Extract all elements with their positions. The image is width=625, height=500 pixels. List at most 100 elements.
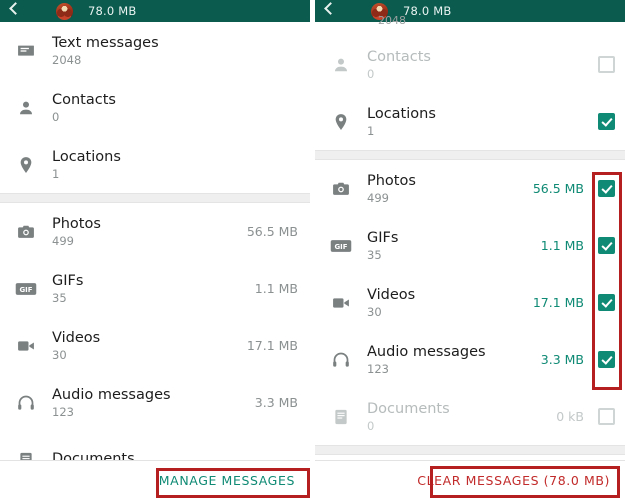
list-item-count: 35 [52, 290, 67, 305]
person-icon [0, 98, 52, 118]
list-item-size: 3.3 MB [254, 395, 298, 410]
list-item-contacts[interactable]: Contacts 0 [0, 79, 310, 136]
list-item-title: Videos [52, 329, 101, 346]
checkbox-gifs[interactable] [598, 237, 615, 254]
list-item-gifs[interactable]: GIF GIFs 35 1.1 MB [315, 217, 625, 274]
document-icon [315, 407, 367, 427]
list-item-photos[interactable]: Photos 499 56.5 MB [315, 160, 625, 217]
list-item-title: GIFs [52, 272, 84, 289]
list-item-count: 499 [52, 233, 74, 248]
list-item-count: 499 [367, 190, 389, 205]
list-item-count: 1 [367, 123, 375, 138]
list-item-audio-messages[interactable]: Audio messages 123 3.3 MB [315, 331, 625, 388]
list-item-count: 2048 [52, 52, 82, 67]
back-chevron-icon[interactable] [323, 3, 337, 19]
list-item-body: Contacts 0 [367, 48, 576, 82]
bottom-action-bar-right: CLEAR MESSAGES (78.0 MB) [315, 460, 625, 500]
list-item-size: 3.3 MB [540, 352, 584, 367]
section-divider [315, 150, 625, 160]
left-panel-storage-usage: 78.0 MB Text messages 2048 Contacts 0 Lo… [0, 0, 310, 500]
dual-screenshot-comparison: 78.0 MB Text messages 2048 Contacts 0 Lo… [0, 0, 625, 500]
list-item-body: Documents 0 [367, 400, 548, 434]
checkbox-audio-messages[interactable] [598, 351, 615, 368]
list-item-count: 0 [367, 66, 375, 81]
list-item-videos[interactable]: Videos 30 17.1 MB [315, 274, 625, 331]
list-item-size: 17.1 MB [532, 295, 584, 310]
checkbox-locations[interactable] [598, 113, 615, 130]
list-item-body: Photos 499 [367, 172, 525, 206]
list-item-contacts[interactable]: Contacts 0 [315, 36, 625, 93]
headphones-icon [0, 393, 52, 413]
list-item-count: 0 [52, 109, 60, 124]
list-item-count: 123 [52, 404, 74, 419]
list-item-size: 1.1 MB [540, 238, 584, 253]
list-item-size: 56.5 MB [532, 181, 584, 196]
app-bar-left: 78.0 MB [0, 0, 310, 22]
list-item-title: Contacts [52, 91, 116, 108]
list-item-body: GIFs 35 [52, 272, 247, 306]
camera-icon [315, 179, 367, 199]
list-item-audio-messages[interactable]: Audio messages 123 3.3 MB [0, 374, 310, 431]
list-item-title: Documents [367, 400, 450, 417]
list-item-body: Locations 1 [367, 105, 576, 139]
camera-icon [0, 222, 52, 242]
list-item-locations[interactable]: Locations 1 [0, 136, 310, 193]
list-item-count: 0 [367, 418, 375, 433]
list-item-size: 0 kB [556, 409, 584, 424]
list-item-body: GIFs 35 [367, 229, 533, 263]
app-bar-right: 78.0 MB [315, 0, 625, 22]
list-item-title: Photos [367, 172, 416, 189]
svg-text:GIF: GIF [334, 243, 347, 251]
list-item-photos[interactable]: Photos 499 56.5 MB [0, 203, 310, 260]
list-item-body: Text messages 2048 [52, 34, 290, 68]
location-pin-icon [315, 112, 367, 132]
list-item-count: 30 [367, 304, 382, 319]
list-item-size: 56.5 MB [246, 224, 298, 239]
list-item-title: Locations [52, 148, 121, 165]
video-icon [0, 336, 52, 356]
person-icon [315, 55, 367, 75]
right-list: Contacts 0 Locations 1 Photos 499 56.5 M… [315, 22, 625, 455]
list-item-text-messages[interactable]: Text messages 2048 [0, 22, 310, 79]
section-divider-bottom [315, 445, 625, 455]
section-divider [0, 193, 310, 203]
video-icon [315, 293, 367, 313]
list-item-count: 1 [52, 166, 60, 181]
manage-messages-button[interactable]: MANAGE MESSAGES [150, 468, 304, 493]
list-item-videos[interactable]: Videos 30 17.1 MB [0, 317, 310, 374]
list-item-body: Locations 1 [52, 148, 290, 182]
clear-messages-button[interactable]: CLEAR MESSAGES (78.0 MB) [408, 468, 619, 493]
checkbox-videos[interactable] [598, 294, 615, 311]
list-item-count: 123 [367, 361, 389, 376]
left-list: Text messages 2048 Contacts 0 Locations … [0, 22, 310, 488]
gif-icon: GIF [0, 281, 52, 297]
list-item-title: Photos [52, 215, 101, 232]
checkbox-contacts[interactable] [598, 56, 615, 73]
svg-text:GIF: GIF [19, 286, 32, 294]
total-size-label: 78.0 MB [88, 4, 137, 18]
list-item-body: Photos 499 [52, 215, 239, 249]
checkbox-photos[interactable] [598, 180, 615, 197]
list-item-body: Videos 30 [52, 329, 239, 363]
list-item-title: Locations [367, 105, 436, 122]
list-item-title: Audio messages [367, 343, 486, 360]
list-item-title: Videos [367, 286, 416, 303]
list-item-title: Contacts [367, 48, 431, 65]
list-item-gifs[interactable]: GIF GIFs 35 1.1 MB [0, 260, 310, 317]
list-item-count: 35 [367, 247, 382, 262]
right-panel-select-to-clear: 78.0 MB 2048 Contacts 0 Locations 1 Phot… [315, 0, 625, 500]
back-chevron-icon[interactable] [8, 3, 22, 19]
list-item-documents[interactable]: Documents 0 0 kB [315, 388, 625, 445]
headphones-icon [315, 350, 367, 370]
checkbox-documents[interactable] [598, 408, 615, 425]
list-item-title: Audio messages [52, 386, 171, 403]
list-item-title: GIFs [367, 229, 399, 246]
location-pin-icon [0, 155, 52, 175]
list-item-title: Text messages [52, 34, 159, 51]
list-item-size: 1.1 MB [254, 281, 298, 296]
contact-avatar[interactable] [55, 1, 74, 21]
list-item-body: Audio messages 123 [52, 386, 247, 420]
total-size-label: 78.0 MB [403, 4, 452, 18]
gif-icon: GIF [315, 238, 367, 254]
list-item-locations[interactable]: Locations 1 [315, 93, 625, 150]
